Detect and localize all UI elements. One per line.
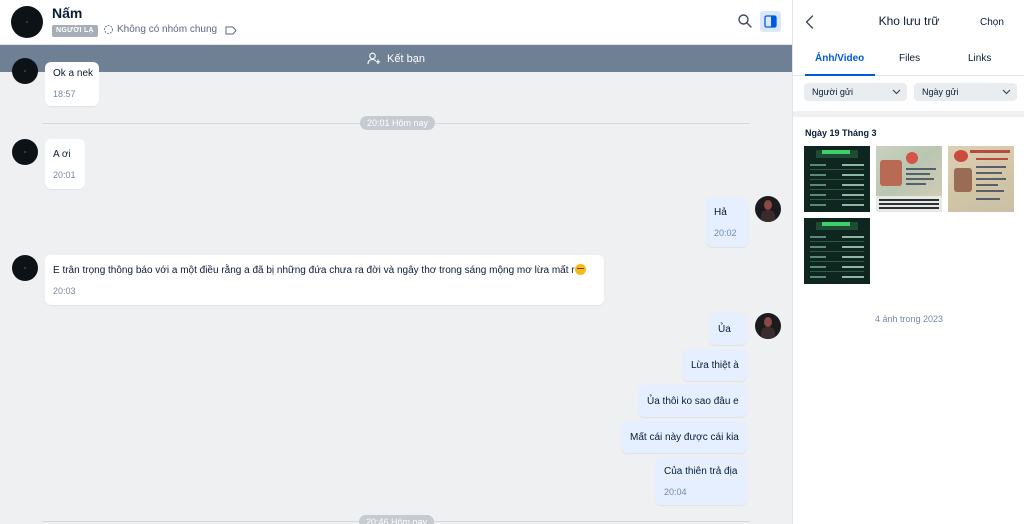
tab-links[interactable]: Links	[968, 53, 991, 64]
message-time: 20:02	[714, 228, 737, 238]
message-text: Ủa	[718, 324, 731, 335]
message-text: Của thiên trả địa	[664, 466, 738, 477]
date-filter[interactable]: Ngày gửi	[914, 83, 1017, 101]
side-panel-icon	[764, 15, 777, 28]
add-friend-label: Kết bạn	[387, 52, 425, 65]
message-text: Mất cái này được cái kia	[630, 432, 739, 443]
tab-media[interactable]: Ảnh/Video	[815, 53, 864, 64]
active-tab-indicator	[805, 74, 875, 76]
message-text: Ok a nek	[53, 68, 94, 79]
section-separator	[793, 111, 1024, 117]
add-friend-icon	[367, 52, 381, 65]
chat-header: Nấm NGƯỜI LẠ Không có nhóm chung	[0, 0, 792, 45]
my-message-avatar[interactable]	[755, 313, 781, 339]
sad-emoji-icon	[574, 264, 586, 275]
message-text: A ơi	[53, 149, 71, 160]
stranger-badge: NGƯỜI LẠ	[52, 25, 98, 37]
message-time: 20:01	[53, 170, 76, 180]
chevron-down-icon	[1002, 89, 1011, 95]
side-panel-toggle[interactable]	[760, 11, 781, 32]
message-bubble[interactable]: Ủa	[709, 313, 747, 345]
chevron-down-icon	[892, 89, 901, 95]
my-message-avatar[interactable]	[755, 196, 781, 222]
message-bubble[interactable]: Hả 20:02	[706, 197, 748, 247]
contact-name[interactable]: Nấm	[52, 5, 82, 21]
chat-area: Nấm NGƯỜI LẠ Không có nhóm chung Kết bạn…	[0, 0, 792, 524]
choose-button[interactable]: Chọn	[980, 17, 1004, 28]
group-icon	[104, 25, 113, 34]
add-friend-bar[interactable]: Kết bạn	[0, 45, 792, 72]
message-text: Lừa thiệt à	[691, 360, 739, 371]
media-date-group: Ngày 19 Tháng 3	[805, 128, 877, 138]
sender-filter[interactable]: Người gửi	[804, 83, 907, 101]
message-text: E trân trọng thông báo với a một điều rằ…	[53, 264, 596, 277]
common-groups-label: Không có nhóm chung	[117, 24, 218, 35]
message-time: 18:57	[53, 89, 76, 99]
message-bubble[interactable]: Mất cái này được cái kia	[621, 421, 747, 453]
common-groups[interactable]: Không có nhóm chung	[103, 24, 217, 35]
media-thumbnail[interactable]	[876, 146, 942, 212]
message-bubble[interactable]: Lừa thiệt à	[682, 349, 747, 381]
media-count: 4 ảnh trong 2023	[874, 314, 944, 324]
media-thumbnail[interactable]	[804, 218, 870, 284]
contact-avatar[interactable]	[11, 6, 43, 38]
tab-files[interactable]: Files	[899, 53, 920, 64]
message-text: Ủa thôi ko sao đâu e	[647, 396, 739, 407]
message-time: 20:04	[664, 487, 687, 497]
contact-message-avatar[interactable]	[12, 255, 38, 281]
message-time: 20:03	[53, 286, 76, 296]
media-thumbnail[interactable]	[804, 146, 870, 212]
date-divider-label: 20:01 Hôm nay	[360, 116, 436, 130]
message-bubble[interactable]: Của thiên trả địa 20:04	[655, 457, 747, 505]
storage-tabs: Ảnh/Video Files Links	[793, 45, 1024, 76]
date-divider-label: 20:46 Hôm nay	[359, 515, 435, 524]
tag-icon[interactable]	[225, 26, 237, 35]
message-bubble[interactable]: Ok a nek 18:57	[45, 62, 99, 106]
message-text: Hả	[714, 207, 727, 218]
contact-message-avatar[interactable]	[12, 58, 38, 84]
contact-message-avatar[interactable]	[12, 139, 38, 165]
storage-panel: Kho lưu trữ Chọn Ảnh/Video Files Links N…	[792, 0, 1024, 524]
message-bubble[interactable]: A ơi 20:01	[45, 139, 85, 189]
sender-filter-label: Người gửi	[812, 87, 853, 97]
search-icon[interactable]	[737, 13, 753, 29]
message-bubble[interactable]: Ủa thôi ko sao đâu e	[638, 385, 747, 417]
date-filter-label: Ngày gửi	[922, 87, 959, 97]
media-thumbnail[interactable]	[948, 146, 1014, 212]
message-bubble[interactable]: E trân trọng thông báo với a một điều rằ…	[45, 255, 604, 305]
